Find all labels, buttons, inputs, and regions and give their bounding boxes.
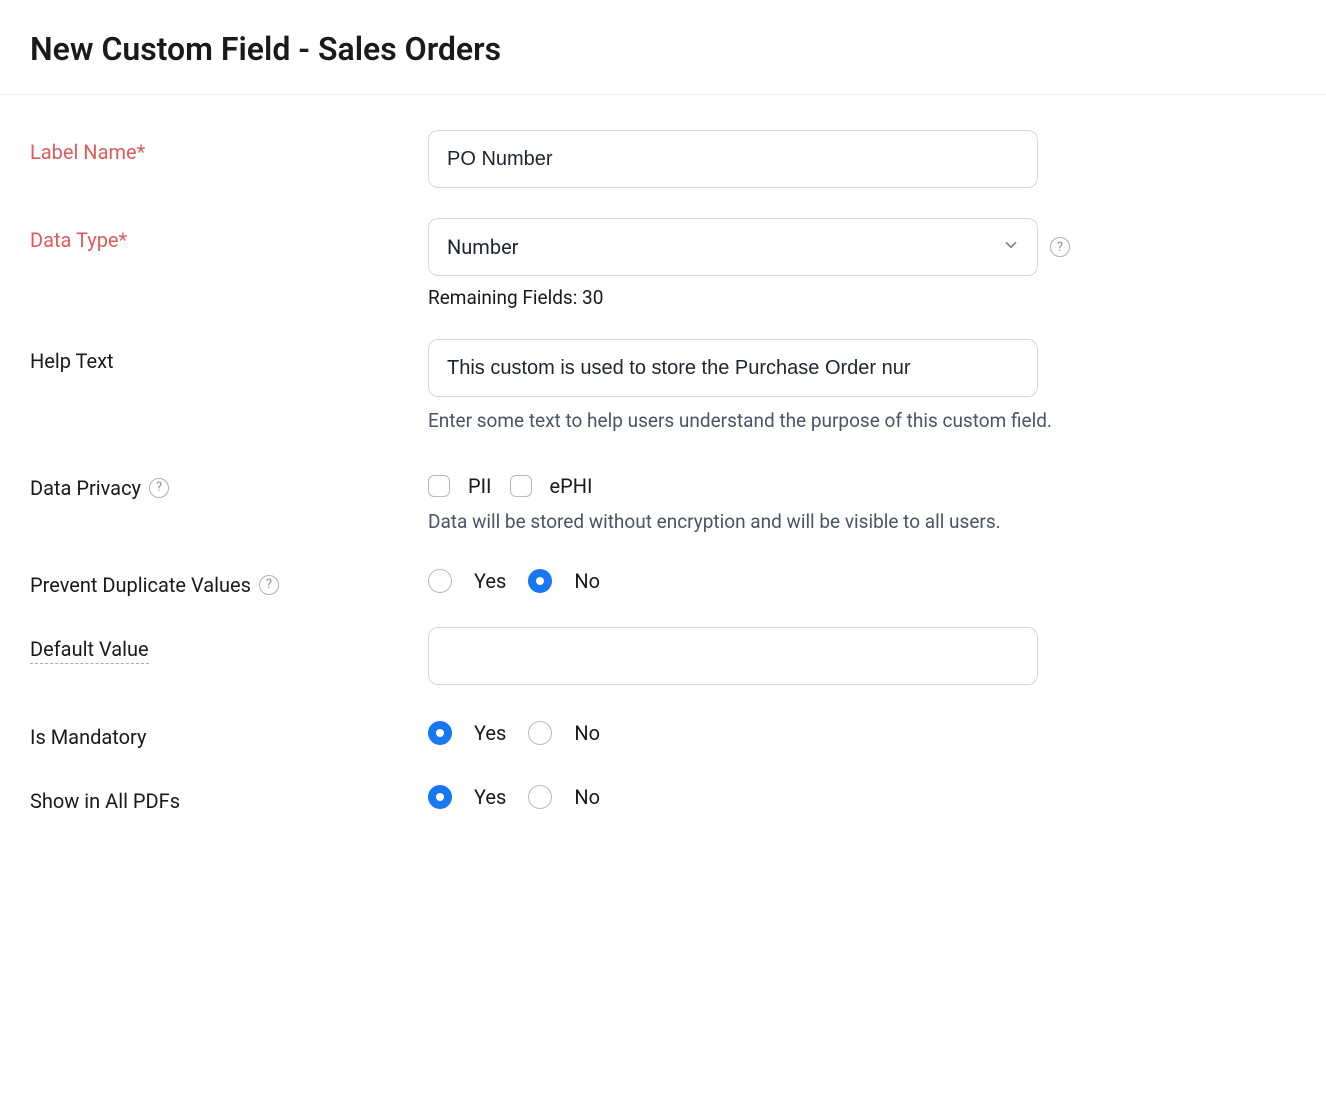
label-name-label: Label Name* — [30, 130, 428, 164]
row-prevent-duplicate: Prevent Duplicate Values ? Yes No — [30, 563, 1296, 597]
prevent-duplicate-no-radio[interactable] — [528, 569, 552, 593]
show-pdf-no-label: No — [574, 785, 600, 809]
prevent-duplicate-yes-radio[interactable] — [428, 569, 452, 593]
is-mandatory-yes-radio[interactable] — [428, 721, 452, 745]
prevent-duplicate-help-icon[interactable]: ? — [259, 575, 279, 595]
row-is-mandatory: Is Mandatory Yes No — [30, 715, 1296, 749]
ephi-checkbox[interactable] — [510, 475, 532, 497]
data-type-help-icon[interactable]: ? — [1050, 237, 1070, 257]
data-type-label: Data Type* — [30, 218, 428, 252]
custom-field-form: Label Name* Data Type* Number ? — [0, 95, 1326, 878]
row-data-type: Data Type* Number ? Remaining Fields: 30 — [30, 218, 1296, 309]
show-pdf-label: Show in All PDFs — [30, 779, 428, 813]
prevent-duplicate-no-label: No — [574, 569, 600, 593]
show-pdf-yes-label: Yes — [474, 785, 506, 809]
is-mandatory-label: Is Mandatory — [30, 715, 428, 749]
row-help-text: Help Text Enter some text to help users … — [30, 339, 1296, 436]
row-show-pdf: Show in All PDFs Yes No — [30, 779, 1296, 813]
help-text-hint: Enter some text to help users understand… — [428, 407, 1138, 436]
data-type-selected: Number — [447, 235, 518, 259]
row-default-value: Default Value — [30, 627, 1296, 685]
page-header: New Custom Field - Sales Orders — [0, 0, 1326, 95]
ephi-label: ePHI — [550, 474, 593, 498]
data-type-select[interactable]: Number — [428, 218, 1038, 276]
help-text-label: Help Text — [30, 339, 428, 373]
pii-label: PII — [468, 474, 492, 498]
show-pdf-no-radio[interactable] — [528, 785, 552, 809]
is-mandatory-no-radio[interactable] — [528, 721, 552, 745]
is-mandatory-yes-label: Yes — [474, 721, 506, 745]
data-privacy-label: Data Privacy — [30, 476, 141, 500]
pii-checkbox[interactable] — [428, 475, 450, 497]
row-label-name: Label Name* — [30, 130, 1296, 188]
label-name-input[interactable] — [428, 130, 1038, 188]
is-mandatory-no-label: No — [574, 721, 600, 745]
prevent-duplicate-yes-label: Yes — [474, 569, 506, 593]
prevent-duplicate-label: Prevent Duplicate Values — [30, 573, 251, 597]
help-text-input[interactable] — [428, 339, 1038, 397]
remaining-fields: Remaining Fields: 30 — [428, 286, 1296, 309]
default-value-input[interactable] — [428, 627, 1038, 685]
page-title: New Custom Field - Sales Orders — [30, 30, 1296, 68]
show-pdf-yes-radio[interactable] — [428, 785, 452, 809]
default-value-label: Default Value — [30, 637, 149, 664]
row-data-privacy: Data Privacy ? PII ePHI Data will be sto… — [30, 466, 1296, 533]
data-privacy-hint: Data will be stored without encryption a… — [428, 510, 1296, 533]
data-privacy-help-icon[interactable]: ? — [149, 478, 169, 498]
